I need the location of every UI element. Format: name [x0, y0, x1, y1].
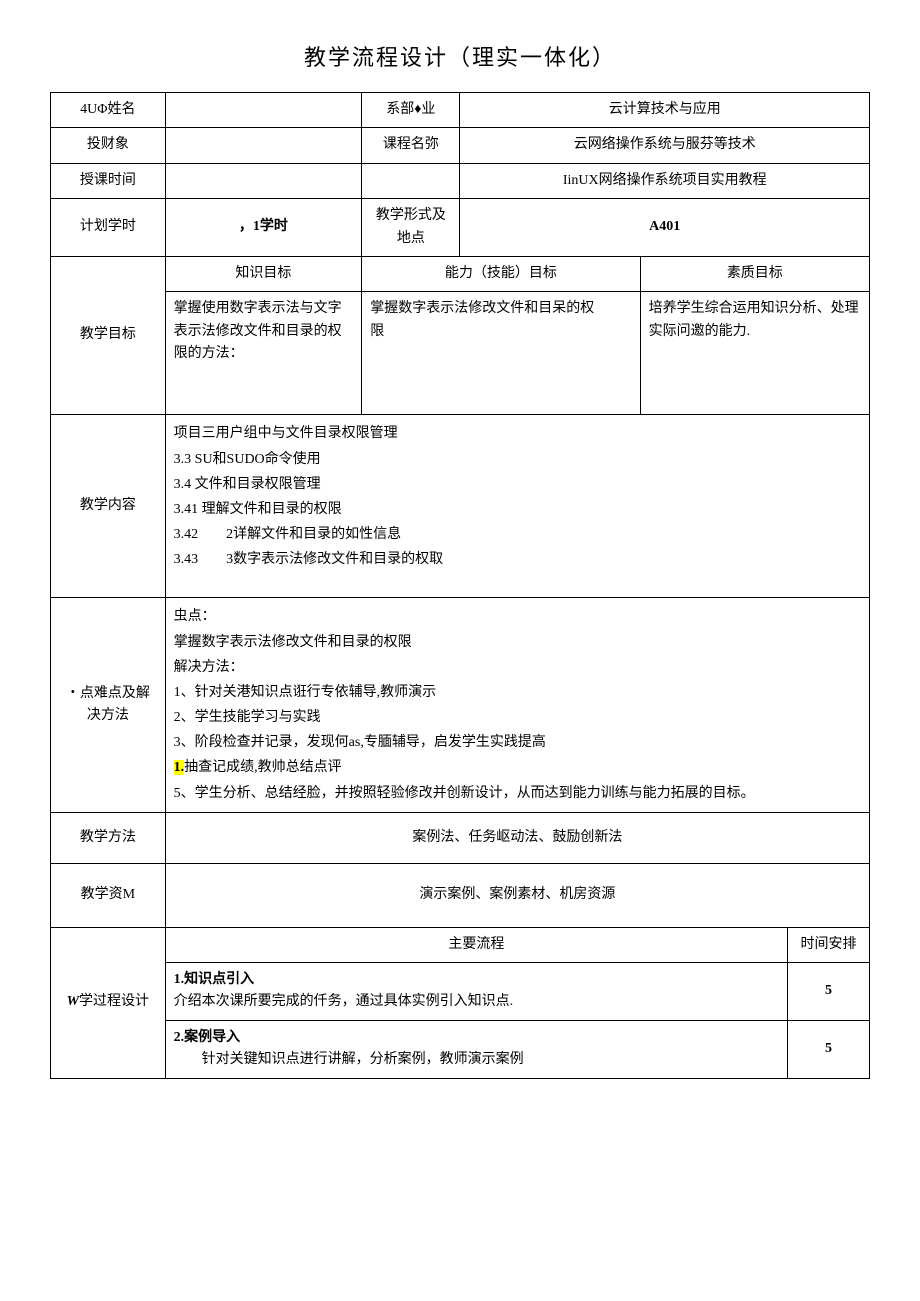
- document-title: 教学流程设计（理实一体化）: [50, 40, 870, 72]
- resource-value: 演示案例、案例素材、机房资源: [165, 864, 869, 927]
- step1-time: 5: [788, 963, 870, 1021]
- label-resource: 教学资M: [51, 864, 166, 927]
- difficulty-pre: 虫点： 掌握数字表示法修改文件和目录的权限 解决方法： 1、针对关港知识点诳行专…: [174, 609, 546, 750]
- table-row: 2.案例导入 针对关键知识点进行讲解，分析案例，教师演示案例 5: [51, 1020, 870, 1078]
- difficulty-after-hl: 抽查记成绩,教帅总结点评: [184, 760, 342, 775]
- goal-knowledge: 掌握使用数字表示法与文字表示法修改文件和目录的权限的方法：: [165, 292, 362, 415]
- difficulty-content: 虫点： 掌握数字表示法修改文件和目录的权限 解决方法： 1、针对关港知识点诳行专…: [165, 598, 869, 813]
- difficulty-post: 5、学生分析、总结经脸，并按照轻验修改并创新设计，从而达到能力训练与能力拓展的目…: [174, 786, 755, 801]
- step2-title: 2.案例导入: [174, 1030, 241, 1045]
- label-course: 课程名弥: [362, 128, 460, 163]
- label-time: 授课时间: [51, 163, 166, 198]
- process-step2: 2.案例导入 针对关键知识点进行讲解，分析案例，教师演示案例: [165, 1020, 787, 1078]
- value-name: [165, 93, 362, 128]
- goal-header-knowledge: 知识目标: [165, 256, 362, 291]
- label-blank: [362, 163, 460, 198]
- table-row: 授课时间 IinUX网络操作系统项目实用教程: [51, 163, 870, 198]
- process-time-header: 时间安排: [788, 927, 870, 962]
- lesson-plan-table: 4UΦ姓名 系部♦业 云计算技术与应用 投财象 课程名弥 云网络操作系统与服芬等…: [50, 92, 870, 1079]
- goal-skill: 掌握数字表示法修改文件和目呆的权 限: [362, 292, 640, 415]
- label-name: 4UΦ姓名: [51, 93, 166, 128]
- value-dept: 云计算技术与应用: [460, 93, 870, 128]
- label-difficulty: ・点难点及解决方法: [51, 598, 166, 813]
- table-row: 掌握使用数字表示法与文字表示法修改文件和目录的权限的方法： 掌握数字表示法修改文…: [51, 292, 870, 415]
- process-step1: 1.知识点引入 介绍本次课所要完成的仟务，通过具体实例引入知识点.: [165, 963, 787, 1021]
- step2-time: 5: [788, 1020, 870, 1078]
- table-row: 教学目标 知识目标 能力（技能）目标 素质目标: [51, 256, 870, 291]
- label-form: 教学形式及地点: [362, 199, 460, 257]
- table-row: ・点难点及解决方法 虫点： 掌握数字表示法修改文件和目录的权限 解决方法： 1、…: [51, 598, 870, 813]
- teaching-content: 项目三用户组中与文件目录权限管理 3.3 SU和SUDO命令使用 3.4 文件和…: [165, 415, 869, 598]
- value-hours: ，1学时: [165, 199, 362, 257]
- goal-header-skill: 能力（技能）目标: [362, 256, 640, 291]
- value-course: 云网络操作系统与服芬等技术: [460, 128, 870, 163]
- table-row: 教学方法 案例法、任务岖动法、鼓励创新法: [51, 812, 870, 863]
- step1-title: 1.知识点引入: [174, 972, 255, 987]
- value-textbook: IinUX网络操作系统项目实用教程: [460, 163, 870, 198]
- goal-header-quality: 素质目标: [640, 256, 869, 291]
- label-hours: 计划学时: [51, 199, 166, 257]
- table-row: 1.知识点引入 介绍本次课所要完成的仟务，通过具体实例引入知识点. 5: [51, 963, 870, 1021]
- step2-body: 针对关键知识点进行讲解，分析案例，教师演示案例: [174, 1052, 524, 1067]
- label-dept: 系部♦业: [362, 93, 460, 128]
- highlight-marker: 1.: [174, 760, 185, 775]
- value-time: [165, 163, 362, 198]
- table-row: 计划学时 ，1学时 教学形式及地点 A401: [51, 199, 870, 257]
- label-goals: 教学目标: [51, 256, 166, 414]
- label-process: WW学过程设计学过程设计: [51, 927, 166, 1078]
- value-location: A401: [460, 199, 870, 257]
- method-value: 案例法、任务岖动法、鼓励创新法: [165, 812, 869, 863]
- step1-body: 介绍本次课所要完成的仟务，通过具体实例引入知识点.: [174, 994, 514, 1009]
- label-target: 投财象: [51, 128, 166, 163]
- table-row: 投财象 课程名弥 云网络操作系统与服芬等技术: [51, 128, 870, 163]
- table-row: 教学资M 演示案例、案例素材、机房资源: [51, 864, 870, 927]
- label-content: 教学内容: [51, 415, 166, 598]
- table-row: WW学过程设计学过程设计 主要流程 时间安排: [51, 927, 870, 962]
- value-target: [165, 128, 362, 163]
- label-method: 教学方法: [51, 812, 166, 863]
- table-row: 教学内容 项目三用户组中与文件目录权限管理 3.3 SU和SUDO命令使用 3.…: [51, 415, 870, 598]
- goal-quality: 培养学生综合运用知识分析、处理实际问邀的能力.: [640, 292, 869, 415]
- table-row: 4UΦ姓名 系部♦业 云计算技术与应用: [51, 93, 870, 128]
- process-mainflow-header: 主要流程: [165, 927, 787, 962]
